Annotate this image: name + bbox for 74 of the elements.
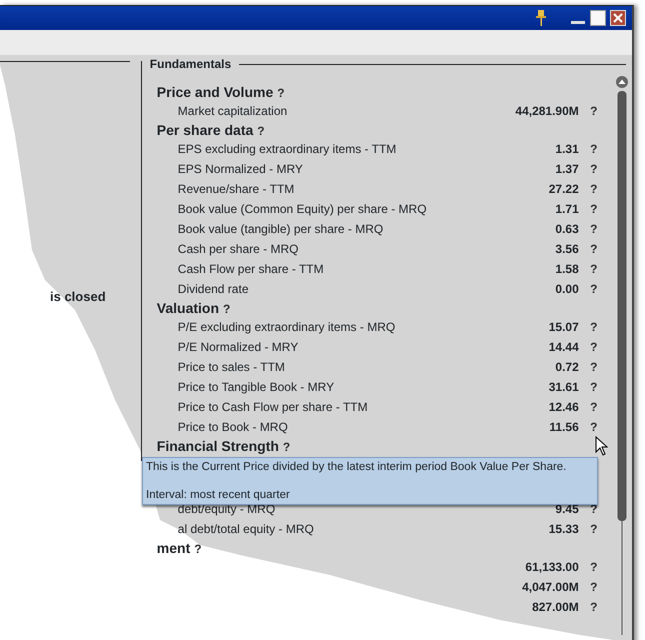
field-value: 61,133.00 — [525, 559, 579, 576]
field-value: 9.45 — [555, 501, 579, 518]
help-icon[interactable]: ? — [578, 179, 609, 199]
tooltip-text: Interval: most recent quarter — [146, 488, 291, 502]
pin-icon[interactable] — [536, 9, 546, 27]
help-icon[interactable]: ? — [578, 397, 609, 417]
field-value: 12.46 — [548, 399, 579, 416]
section-heading: Financial Strength — [156, 438, 279, 455]
field-value: 31.61 — [548, 379, 579, 396]
field-label: Price to Tangible Book - MRY — [176, 379, 336, 396]
help-icon[interactable]: ? — [578, 101, 609, 121]
help-icon[interactable]: ? — [223, 301, 230, 318]
field-value: 0.72 — [555, 359, 579, 376]
help-icon[interactable]: ? — [578, 519, 609, 539]
help-icon[interactable]: ? — [282, 439, 290, 456]
field-label: Cash Flow per share - TTM — [176, 261, 325, 278]
field-value: 827.00M — [532, 599, 579, 616]
field-value: 3.56 — [555, 241, 579, 258]
field-label: P/E excluding extraordinary items - MRQ — [176, 319, 396, 336]
scrollbar[interactable] — [616, 75, 628, 635]
help-icon[interactable]: ? — [257, 123, 265, 140]
field-value: 1.37 — [555, 161, 579, 178]
help-icon[interactable]: ? — [578, 557, 609, 577]
section-heading: Price and Volume — [156, 84, 274, 101]
help-icon[interactable]: ? — [578, 199, 609, 219]
field-label: al debt/total equity - MRQ — [176, 521, 315, 538]
field-label: Market capitalization — [176, 103, 288, 120]
help-icon[interactable]: ? — [578, 239, 609, 259]
field-label: debt/equity - MRQ — [176, 501, 276, 518]
help-icon[interactable]: ? — [578, 597, 609, 617]
field-value: 1.31 — [555, 141, 579, 158]
field-label: EPS excluding extraordinary items - TTM — [176, 141, 398, 158]
field-label: EPS Normalized - MRY — [176, 161, 304, 178]
help-icon[interactable]: ? — [578, 337, 609, 357]
field-label: Cash per share - MRQ — [176, 241, 300, 258]
cursor-icon — [595, 436, 609, 456]
section-heading: Per share data — [156, 122, 254, 139]
section-heading: ment — [156, 540, 190, 557]
field-label: Price to sales - TTM — [176, 359, 286, 376]
field-value: 1.58 — [555, 261, 579, 278]
tooltip-text: This is the Current Price divided by the latest interim period Book Value Per Share. — [146, 460, 568, 474]
field-value: 11.56 — [549, 419, 579, 436]
help-icon[interactable]: ? — [194, 541, 202, 558]
section-heading: Valuation — [156, 300, 220, 317]
field-value: 0.00 — [555, 281, 579, 298]
field-label: Price to Cash Flow per share - TTM — [176, 399, 369, 416]
status-text: is closed — [49, 289, 107, 305]
close-icon[interactable] — [610, 10, 626, 26]
field-value: 27.22 — [548, 181, 579, 198]
field-value: 15.07 — [548, 319, 579, 336]
field-label: Book value (Common Equity) per share - MRQ — [176, 201, 428, 218]
field-value: 1.71 — [555, 201, 579, 218]
field-label: P/E Normalized - MRY — [176, 339, 300, 356]
field-value: 4,047.00M — [522, 579, 579, 596]
help-icon[interactable]: ? — [277, 85, 285, 102]
help-icon[interactable]: ? — [578, 259, 609, 279]
help-icon[interactable]: ? — [578, 417, 609, 437]
help-icon[interactable]: ? — [578, 357, 609, 377]
group-title: Fundamentals — [148, 57, 232, 71]
field-value: 14.44 — [548, 339, 579, 356]
field-value: 44,281.90M — [515, 103, 579, 120]
help-icon[interactable]: ? — [578, 279, 609, 299]
help-icon[interactable]: ? — [578, 159, 609, 179]
field-label: Book value (tangible) per share - MRQ — [176, 221, 384, 238]
field-value: 15.33 — [548, 521, 579, 538]
help-icon[interactable]: ? — [578, 219, 609, 239]
field-value: 0.63 — [555, 221, 579, 238]
help-icon[interactable]: ? — [578, 377, 609, 397]
help-icon[interactable]: ? — [578, 577, 609, 597]
field-label: Dividend rate — [176, 281, 250, 298]
field-label: Revenue/share - TTM — [176, 181, 296, 198]
help-icon[interactable]: ? — [578, 139, 609, 159]
help-icon[interactable]: ? — [578, 317, 609, 337]
field-label: Price to Book - MRQ — [176, 419, 289, 436]
